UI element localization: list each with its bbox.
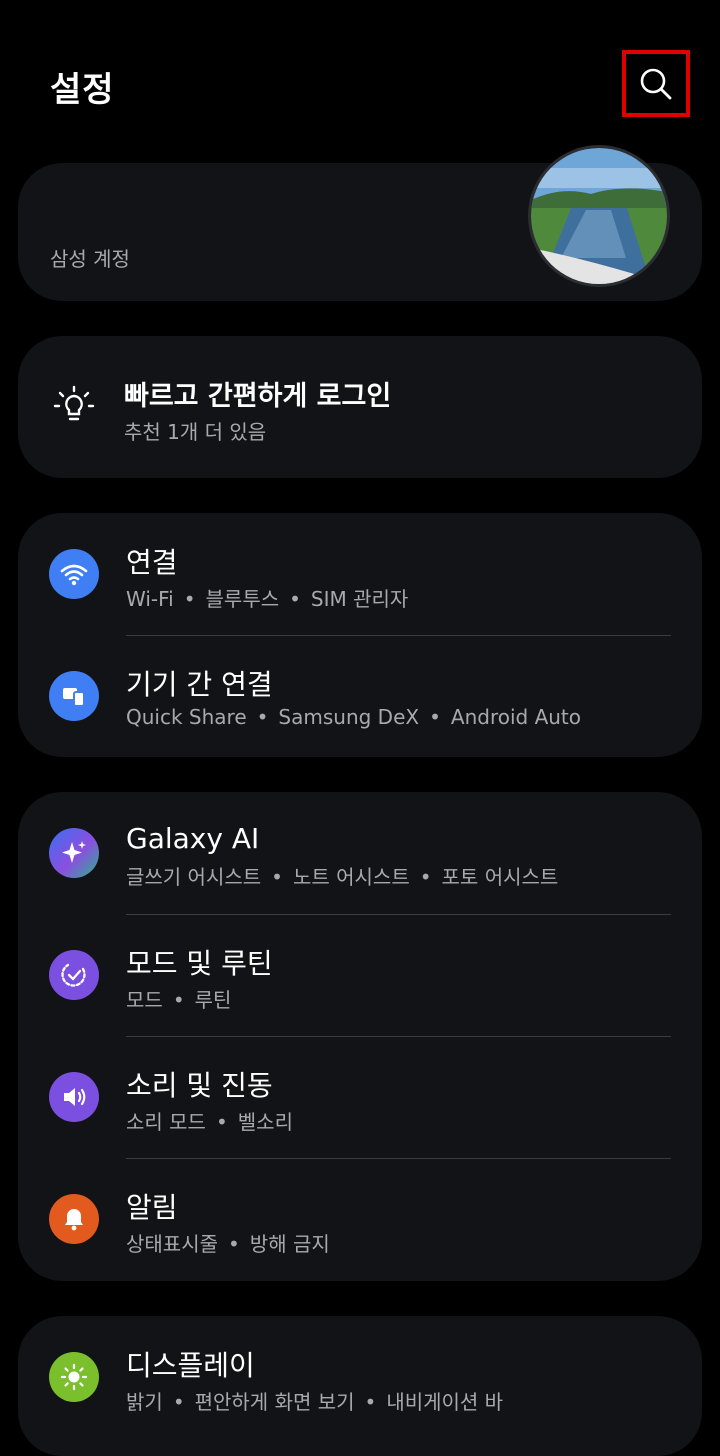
devices-icon xyxy=(49,671,99,721)
lightbulb-icon xyxy=(53,385,95,421)
samsung-account-label: 삼성 계정 xyxy=(50,247,130,271)
settings-item-sound-vibration[interactable]: 소리 및 진동 소리 모드 • 벨소리 xyxy=(18,1036,702,1158)
item-title: 소리 및 진동 xyxy=(126,1069,273,1102)
page-title: 설정 xyxy=(50,70,115,110)
settings-group-display: 디스플레이 밝기 • 편안하게 화면 보기 • 내비게이션 바 xyxy=(18,1316,702,1456)
wifi-icon xyxy=(49,549,99,599)
quick-login-title: 빠르고 간편하게 로그인 xyxy=(124,381,392,412)
item-title: 알림 xyxy=(126,1191,178,1224)
settings-group-features: Galaxy AI 글쓰기 어시스트 • 노트 어시스트 • 포토 어시스트 모드 및 … xyxy=(18,792,702,1281)
item-subtitle: Quick Share • Samsung DeX • Android Auto xyxy=(126,705,582,729)
settings-item-notifications[interactable]: 알림 상태표시줄 • 방해 금지 xyxy=(18,1158,702,1280)
item-title: 디스플레이 xyxy=(126,1349,255,1382)
item-title: 모드 및 루틴 xyxy=(126,947,273,980)
bell-icon xyxy=(49,1194,99,1244)
settings-item-modes-routines[interactable]: 모드 및 루틴 모드 • 루틴 xyxy=(18,914,702,1036)
sun-icon xyxy=(49,1352,99,1402)
settings-item-galaxy-ai[interactable]: Galaxy AI 글쓰기 어시스트 • 노트 어시스트 • 포토 어시스트 xyxy=(18,792,702,914)
item-subtitle: 글쓰기 어시스트 • 노트 어시스트 • 포토 어시스트 xyxy=(126,865,559,889)
avatar[interactable] xyxy=(528,145,670,287)
settings-item-connected-devices[interactable]: 기기 간 연결 Quick Share • Samsung DeX • Android … xyxy=(18,635,702,757)
search-icon xyxy=(640,68,672,99)
item-title: 연결 xyxy=(126,546,178,579)
item-subtitle: 소리 모드 • 벨소리 xyxy=(126,1110,293,1134)
item-subtitle: 밝기 • 편안하게 화면 보기 • 내비게이션 바 xyxy=(126,1390,504,1414)
quick-login-card[interactable]: 빠르고 간편하게 로그인 추천 1개 더 있음 xyxy=(18,336,702,478)
quick-login-subtitle: 추천 1개 더 있음 xyxy=(124,420,267,444)
sparkle-icon xyxy=(49,828,99,878)
settings-group-connections: 연결 Wi-Fi • 블루투스 • SIM 관리자 기기 간 연결 Quick Shar… xyxy=(18,513,702,757)
item-subtitle: 모드 • 루틴 xyxy=(126,988,232,1012)
samsung-account-card[interactable]: 삼성 계정 xyxy=(18,145,702,301)
search-button[interactable] xyxy=(622,50,690,117)
item-subtitle: 상태표시줄 • 방해 금지 xyxy=(126,1232,330,1256)
item-title: Galaxy AI xyxy=(126,822,260,855)
routine-icon xyxy=(49,950,99,1000)
item-title: 기기 간 연결 xyxy=(126,668,273,701)
item-subtitle: Wi-Fi • 블루투스 • SIM 관리자 xyxy=(126,587,409,611)
speaker-icon xyxy=(49,1072,99,1122)
settings-item-connections[interactable]: 연결 Wi-Fi • 블루투스 • SIM 관리자 xyxy=(18,513,702,635)
